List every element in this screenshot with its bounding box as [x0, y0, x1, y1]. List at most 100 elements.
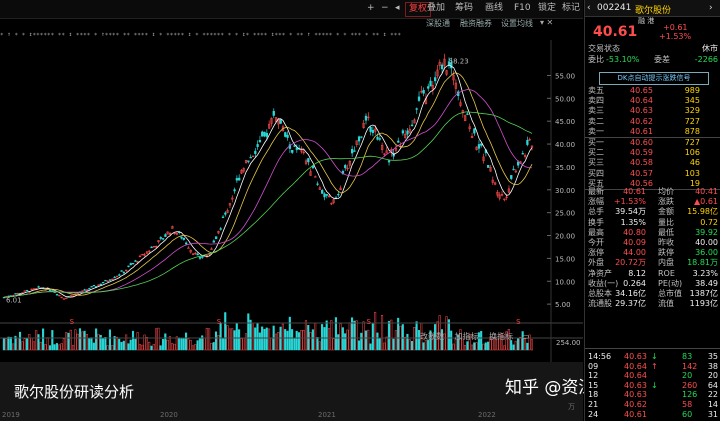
volume-bar: [256, 322, 259, 351]
candle-body: [378, 138, 381, 140]
volume-bar: [74, 329, 77, 351]
weicha-value: -2266: [694, 55, 718, 64]
ma-dropdown-icon[interactable]: ▾ ✕: [540, 18, 553, 27]
stat-value: 36.00: [695, 248, 718, 258]
stat-label: 换手: [588, 217, 604, 227]
panel-next-icon[interactable]: ›: [709, 3, 713, 13]
status-label: 交易状态: [588, 44, 620, 53]
candle-body: [196, 253, 199, 256]
panel-menu-icon[interactable]: ‹: [587, 3, 591, 13]
volume-bar: [111, 345, 114, 351]
lock-button[interactable]: 锁定: [535, 2, 559, 15]
bid-volume: 46: [689, 158, 700, 168]
overlay-button[interactable]: 叠加: [424, 2, 448, 15]
candle-body: [122, 271, 126, 274]
candle-body: [150, 246, 153, 249]
back-button[interactable]: ◂: [392, 2, 403, 15]
stat-row: 净资产 8.12 ROE 3.23%: [588, 269, 718, 279]
bid-row: 买二 40.59 106: [588, 148, 718, 158]
volume-bar: [69, 329, 72, 351]
stat-label: ROE: [658, 268, 675, 278]
moving-average-line: [3, 111, 533, 298]
volume-bar: [422, 342, 425, 351]
volume-bar: [512, 344, 515, 351]
volume-bar: [99, 334, 102, 351]
volume-bar: [23, 338, 26, 351]
chart-toolbar: + − ◂ 复权 叠加 筹码 画线 F10 锁定 标记: [0, 0, 583, 19]
volume-bar: [452, 343, 455, 351]
candle-body: [466, 113, 469, 115]
bid-label: 买一: [588, 138, 604, 147]
candle-body: [387, 160, 391, 163]
draw-line-button[interactable]: 画线: [482, 2, 506, 15]
stat-label: 量比: [658, 217, 674, 227]
volume-bar: [235, 322, 238, 351]
volume-bar: [487, 341, 490, 351]
stat-value: 39.54万: [615, 207, 646, 217]
stat-label: 均价: [658, 187, 674, 196]
candlestick-chart[interactable]: 55.00 50.00 45.00 40.00 35.00 30.00 25.00 20.00…: [0, 40, 583, 362]
ask-volume: 329: [684, 106, 700, 116]
candle-body: [161, 238, 165, 240]
volume-bar: [309, 332, 312, 351]
candle-body: [263, 131, 266, 137]
volume-bar: [53, 344, 56, 351]
indicator-tabs: 改数数 加指标 换指标 ▭: [420, 331, 529, 342]
dk-signal-button[interactable]: DK点自动提示涨跌信号: [599, 72, 709, 85]
candle-body: [360, 136, 363, 138]
stat-value: +1.53%: [613, 197, 646, 207]
add-indicator-button[interactable]: 加指标: [455, 332, 479, 341]
candle-body: [198, 256, 202, 259]
candle-body: [65, 297, 68, 300]
volume-bar: [514, 340, 517, 351]
stat-value: 40.41: [695, 187, 718, 196]
stat-row: 收益(一) 0.264 PE(动) 38.49: [588, 279, 718, 289]
y-tick-label: 20.00: [555, 233, 575, 241]
bid-price: 40.60: [630, 138, 653, 147]
candle-body: [477, 144, 481, 149]
stat-value: 39.92: [695, 227, 718, 237]
weibi-value: -53.10%: [606, 55, 640, 64]
expand-icon[interactable]: ▭: [522, 332, 530, 341]
bid-row: 买四 40.57 103: [588, 169, 718, 179]
zoom-out-button[interactable]: −: [378, 2, 392, 15]
hk-connect-button[interactable]: 深股通: [426, 18, 450, 29]
volume-bar: [168, 336, 171, 351]
stat-row: 今开 40.09 昨收 40.00: [588, 238, 718, 248]
tick-volume: 60: [682, 409, 693, 419]
candle-body: [256, 144, 259, 147]
ask-price: 40.62: [630, 116, 653, 126]
candle-body: [164, 234, 167, 237]
candle-body: [83, 289, 86, 291]
volume-bar: [44, 344, 47, 351]
switch-indicator-button[interactable]: 换指标: [489, 332, 513, 341]
ask-price: 40.65: [630, 86, 653, 95]
volume-bar: [404, 336, 407, 351]
volume-bar: [228, 328, 231, 351]
edit-params-button[interactable]: 改数数: [420, 332, 444, 341]
candle-body: [376, 136, 379, 140]
volume-bar: [141, 344, 144, 351]
volume-bar: [470, 344, 474, 351]
ask-row: 卖二 40.62 727: [588, 117, 718, 127]
candle-body: [371, 129, 375, 134]
chips-button[interactable]: 筹码: [452, 2, 476, 15]
candle-body: [258, 139, 262, 143]
volume-bar: [327, 328, 331, 351]
volume-bar: [166, 339, 169, 351]
weicha-label: 委差: [654, 55, 670, 64]
volume-bar: [115, 336, 118, 351]
volume-bar: [238, 329, 241, 351]
candle-body: [417, 96, 421, 101]
moving-average-line: [3, 72, 533, 298]
mark-button[interactable]: 标记: [559, 2, 583, 15]
candle-body: [293, 145, 296, 147]
margin-button[interactable]: 融资融券: [460, 18, 492, 29]
f10-button[interactable]: F10: [511, 2, 534, 15]
volume-bar: [390, 319, 393, 351]
volume-bar: [385, 336, 388, 351]
ma-settings-button[interactable]: 设置均线: [501, 18, 533, 29]
zoom-in-button[interactable]: +: [364, 2, 378, 15]
candle-body: [272, 110, 275, 116]
volume-bar: [383, 342, 386, 351]
